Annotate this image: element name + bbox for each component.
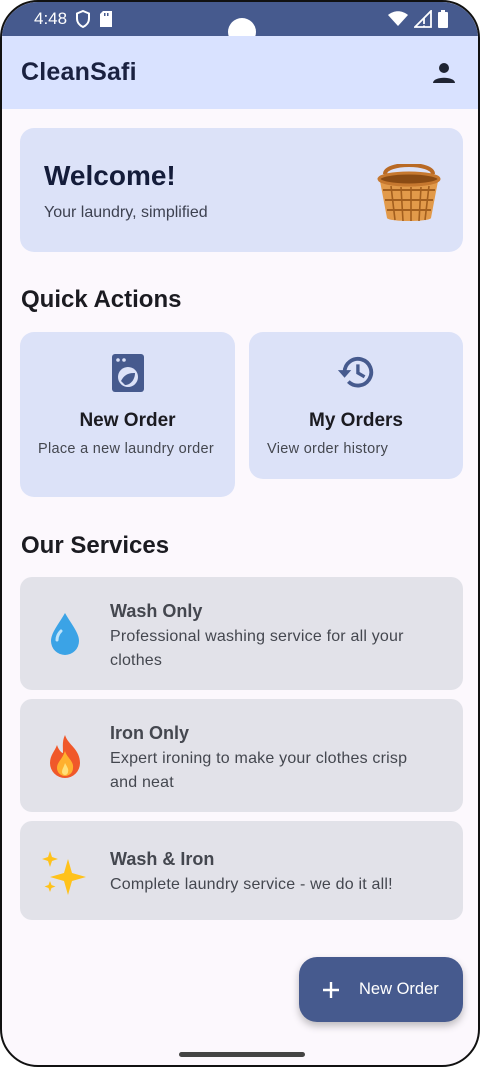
services-heading: Our Services [21, 532, 170, 559]
service-description-wash-iron: Complete laundry service - we do it all! [110, 876, 393, 893]
welcome-card: Welcome! Your laundry, simplified [20, 128, 463, 252]
service-description-iron: Expert ironing to make your clothes cris… [110, 750, 408, 791]
my-orders-title: My Orders [309, 410, 403, 431]
fire-icon [50, 735, 80, 778]
home-indicator[interactable] [179, 1052, 305, 1057]
service-title-wash: Wash Only [110, 601, 203, 621]
sd-card-icon [100, 11, 113, 27]
new-order-card[interactable]: New Order Place a new laundry order [20, 332, 235, 497]
service-card-wash-iron[interactable]: Wash & Iron Complete laundry service - w… [20, 821, 463, 920]
phone-screen: 4:48 CleanSafi Welcome! Your laundry, si… [0, 0, 480, 1067]
quick-actions-heading: Quick Actions [21, 286, 182, 313]
new-order-title: New Order [79, 410, 176, 431]
washing-machine-icon [111, 354, 144, 392]
new-order-fab[interactable]: New Order [299, 957, 463, 1022]
battery-icon [438, 10, 448, 28]
service-description-wash: Professional washing service for all you… [110, 628, 404, 669]
basket-icon [377, 164, 441, 222]
sparkles-icon [42, 851, 86, 895]
service-card-iron[interactable]: Iron Only Expert ironing to make your cl… [20, 699, 463, 812]
fab-label: New Order [359, 980, 439, 998]
service-title-wash-iron: Wash & Iron [110, 849, 215, 869]
plus-icon [323, 981, 339, 998]
person-icon [433, 62, 455, 83]
droplet-icon [51, 613, 79, 655]
app-bar: CleanSafi [2, 36, 478, 109]
service-title-iron: Iron Only [110, 723, 190, 743]
app-title: CleanSafi [21, 58, 137, 86]
status-time: 4:48 [34, 9, 68, 28]
history-icon [337, 356, 374, 388]
new-order-description: Place a new laundry order [38, 441, 214, 457]
my-orders-description: View order history [267, 441, 389, 457]
shield-icon [76, 10, 91, 28]
signal-icon [414, 10, 432, 28]
service-card-wash[interactable]: Wash Only Professional washing service f… [20, 577, 463, 690]
wifi-icon [388, 11, 408, 26]
status-bar: 4:48 [2, 2, 478, 46]
my-orders-card[interactable]: My Orders View order history [249, 332, 463, 479]
profile-button[interactable] [430, 59, 458, 87]
